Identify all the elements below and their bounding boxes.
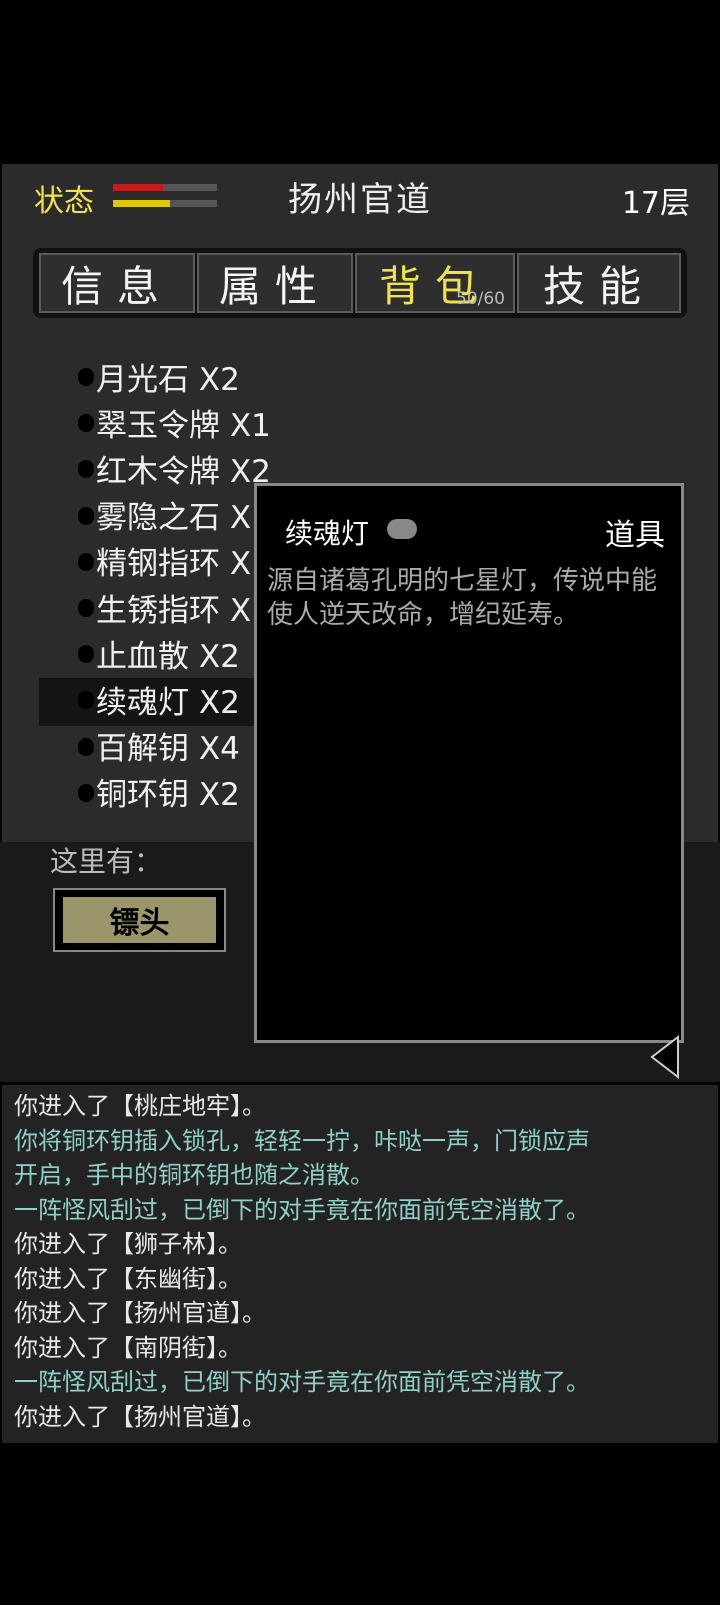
item-bullet-icon (78, 552, 94, 571)
inventory-item[interactable]: 红木令牌 X2 (78, 446, 271, 490)
log-line: 你进入了【南阴街】。 (14, 1333, 242, 1362)
log-line: 你进入了【狮子林】。 (14, 1230, 242, 1258)
tab-info-label: 信息 (60, 261, 173, 311)
npc-button-biaotou[interactable]: 镖头 (53, 888, 226, 952)
location-title: 扬州官道 (288, 180, 432, 220)
log-line: 你进入了【扬州官道】。 (14, 1299, 266, 1327)
inventory-item-label: 月光石 X2 (96, 361, 240, 398)
inventory-item-label: 铜环钥 X2 (96, 777, 240, 814)
inventory-item[interactable]: 百解钥 X4 (78, 724, 240, 768)
collapse-arrow-icon[interactable] (650, 1035, 680, 1079)
inventory-item[interactable]: 精钢指环 X1 (78, 539, 271, 583)
inventory-item[interactable]: 续魂灯 X2 (78, 677, 240, 721)
inventory-item-label: 续魂灯 X2 (96, 684, 240, 721)
item-name-pill-icon (387, 519, 417, 539)
inventory-item[interactable]: 止血散 X2 (78, 631, 240, 675)
inventory-item-label: 百解钥 X4 (96, 731, 240, 768)
item-bullet-icon (78, 460, 94, 479)
inventory-item-label: 精钢指环 X1 (96, 546, 271, 583)
item-bullet-icon (78, 599, 94, 617)
item-description: 源自诸葛孔明的七星灯，传说中能使人逆天改命，增纪延寿。 (267, 566, 658, 630)
log-line: 一阵怪风刮过，已倒下的对手竟在你面前凭空消散了。 (14, 1368, 590, 1396)
item-bullet-icon (78, 783, 94, 802)
inventory-item[interactable]: 雾隐之石 X1 (78, 493, 271, 537)
item-bullet-icon (78, 691, 94, 710)
inventory-item[interactable]: 铜环钥 X2 (78, 770, 240, 814)
backpack-capacity: 50/60 (456, 289, 505, 309)
log-line: 开启，手中的铜环钥也随之消散。 (14, 1161, 374, 1189)
inventory-item[interactable]: 月光石 X2 (78, 354, 240, 398)
inventory-item-label: 雾隐之石 X1 (96, 500, 271, 537)
item-type: 道具 (605, 518, 665, 553)
item-bullet-icon (78, 506, 94, 525)
log-line: 你进入了【扬州官道】。 (14, 1402, 266, 1431)
item-bullet-icon (78, 414, 94, 433)
inventory-item-label: 止血散 X2 (96, 638, 240, 675)
item-bullet-icon (78, 368, 94, 386)
tab-backpack[interactable]: 背包 50/60 (355, 253, 515, 313)
inventory-item[interactable]: 翠玉令牌 X1 (78, 400, 271, 444)
floor-indicator: 17层 (621, 186, 690, 221)
here-label: 这里有： (50, 845, 163, 878)
tab-skills[interactable]: 技能 (517, 253, 681, 313)
tab-attributes-label: 属性 (218, 261, 331, 311)
tab-info[interactable]: 信息 (39, 253, 195, 313)
log-line: 一阵怪风刮过，已倒下的对手竟在你面前凭空消散了。 (14, 1195, 590, 1224)
log-line: 你进入了【桃庄地牢】。 (14, 1092, 266, 1120)
message-log: 你进入了【桃庄地牢】。你将铜环钥插入锁孔，轻轻一拧，咔哒一声，门锁应声 开启，手中… (2, 1085, 718, 1443)
log-line: 你将铜环钥插入锁孔，轻轻一拧，咔哒一声，门锁应声 (14, 1126, 590, 1155)
item-bullet-icon (78, 645, 94, 664)
item-detail-popup: 续魂灯 道具 源自诸葛孔明的七星灯，传说中能使人逆天改命，增纪延寿。 (254, 483, 684, 1043)
item-bullet-icon (78, 737, 94, 756)
item-name: 续魂灯 (285, 517, 370, 550)
log-line: 你进入了【东幽街】。 (14, 1264, 242, 1293)
tab-bar: 信息 属性 背包 50/60 技能 (33, 248, 687, 318)
tab-skills-label: 技能 (542, 261, 655, 311)
npc-button-label: 镖头 (63, 897, 216, 943)
inventory-item[interactable]: 生锈指环 X1 (78, 585, 271, 629)
inventory-item-label: 红木令牌 X2 (96, 453, 271, 490)
inventory-item-label: 翠玉令牌 X1 (96, 407, 271, 444)
tab-attributes[interactable]: 属性 (197, 253, 353, 313)
inventory-item-label: 生锈指环 X1 (96, 592, 271, 629)
